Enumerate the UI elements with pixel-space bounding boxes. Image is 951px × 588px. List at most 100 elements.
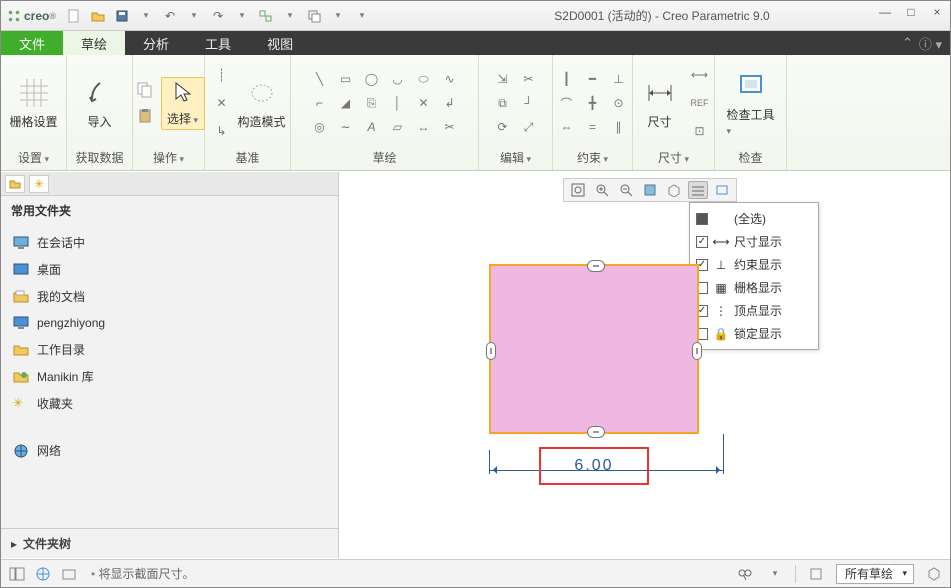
project-tool[interactable]: ⎘ bbox=[360, 92, 384, 114]
centerline-tool[interactable]: │ bbox=[386, 92, 410, 114]
inspect-tools-button[interactable]: 检查工具 bbox=[727, 70, 775, 137]
handle-left[interactable] bbox=[486, 342, 496, 360]
sidebar-folder-tree[interactable]: ▸ 文件夹树 bbox=[1, 528, 338, 558]
sidebar-item-desktop[interactable]: 桌面 bbox=[7, 256, 332, 283]
handle-right[interactable] bbox=[692, 342, 702, 360]
display-filters-icon[interactable] bbox=[688, 181, 708, 199]
thicken-tool[interactable]: ∼ bbox=[334, 116, 358, 138]
rect-tool[interactable]: ▭ bbox=[334, 68, 358, 90]
save-dropdown[interactable] bbox=[136, 6, 156, 26]
group-operate-label[interactable]: 操作 bbox=[153, 147, 184, 168]
popup-dim-display[interactable]: ⟷尺寸显示 bbox=[696, 230, 812, 253]
import-button[interactable]: 导入 bbox=[76, 77, 124, 130]
perimeter-dim[interactable]: ⊡ bbox=[688, 120, 712, 142]
text-tool[interactable]: A bbox=[360, 116, 384, 138]
line-tool[interactable]: ╲ bbox=[308, 68, 332, 90]
grid-setup-button[interactable]: 栅格设置 bbox=[10, 77, 58, 130]
vertical-cons[interactable]: ┃ bbox=[555, 68, 579, 90]
copy-icon[interactable] bbox=[133, 79, 157, 101]
dimension-button[interactable]: 尺寸 bbox=[636, 77, 684, 130]
windows-icon[interactable] bbox=[304, 6, 324, 26]
sidebar-item-user[interactable]: pengzhiyong bbox=[7, 310, 332, 336]
new-icon[interactable] bbox=[64, 6, 84, 26]
undo-icon[interactable]: ↶ bbox=[160, 6, 180, 26]
sb-find-icon[interactable] bbox=[735, 565, 755, 583]
redo-dropdown[interactable] bbox=[232, 6, 252, 26]
sidebar-tab-favorites[interactable]: ✳ bbox=[29, 175, 49, 193]
sb-geometry-icon[interactable] bbox=[924, 565, 944, 583]
popup-constraint-display[interactable]: ⊥约束显示 bbox=[696, 253, 812, 276]
tab-sketch[interactable]: 草绘 bbox=[63, 31, 125, 55]
tab-file[interactable]: 文件 bbox=[1, 31, 63, 55]
equal-cons[interactable]: = bbox=[581, 116, 605, 138]
refit-icon[interactable] bbox=[568, 181, 588, 199]
popup-grid-display[interactable]: ▦栅格显示 bbox=[696, 276, 812, 299]
perp-cons[interactable]: ⊥ bbox=[607, 68, 631, 90]
fillet-tool[interactable]: ⌐ bbox=[308, 92, 332, 114]
close-button[interactable]: × bbox=[928, 5, 946, 19]
popup-lock-display[interactable]: 🔒锁定显示 bbox=[696, 322, 812, 345]
select-button[interactable]: 选择 bbox=[161, 77, 205, 130]
checkbox[interactable] bbox=[696, 236, 708, 248]
zoom-out-icon[interactable] bbox=[616, 181, 636, 199]
annotation-display-icon[interactable] bbox=[712, 181, 732, 199]
tab-analysis[interactable]: 分析 bbox=[125, 31, 187, 55]
ribbon-collapse[interactable]: ⌃ ⓘ ▾ bbox=[894, 31, 950, 55]
sidebar-tab-folders[interactable] bbox=[5, 175, 25, 193]
delete-seg-tool[interactable]: ✂ bbox=[517, 68, 541, 90]
sidebar-item-my-docs[interactable]: 我的文档 bbox=[7, 283, 332, 310]
handle-bottom[interactable] bbox=[587, 426, 605, 438]
circle-tool[interactable]: ◯ bbox=[360, 68, 384, 90]
sidebar-item-work-dir[interactable]: 工作目录 bbox=[7, 336, 332, 363]
sb-browser-icon[interactable] bbox=[33, 565, 53, 583]
tab-view[interactable]: 视图 bbox=[249, 31, 311, 55]
paste-icon[interactable] bbox=[133, 105, 157, 127]
construct-mode-button[interactable]: 构造模式 bbox=[238, 77, 286, 130]
graphics-canvas[interactable]: (全选) ⟷尺寸显示 ⊥约束显示 ▦栅格显示 ⋮顶点显示 🔒锁定显示 6.00 bbox=[339, 172, 950, 558]
qa-customize[interactable] bbox=[352, 6, 372, 26]
undo-dropdown[interactable] bbox=[184, 6, 204, 26]
sketch-rectangle[interactable] bbox=[489, 264, 699, 434]
minimize-button[interactable]: — bbox=[876, 5, 894, 19]
redo-icon[interactable]: ↷ bbox=[208, 6, 228, 26]
sidebar-item-manikin[interactable]: Manikin 库 bbox=[7, 363, 332, 390]
mid-cons[interactable]: ╋ bbox=[581, 92, 605, 114]
selection-filter[interactable]: 所有草绘 bbox=[836, 564, 914, 584]
tab-tools[interactable]: 工具 bbox=[187, 31, 249, 55]
chamfer-tool[interactable]: ◢ bbox=[334, 92, 358, 114]
mirror-tool[interactable]: ↔ bbox=[412, 116, 436, 138]
parallel-cons[interactable]: ∥ bbox=[607, 116, 631, 138]
symmetric-cons[interactable]: ⇔ bbox=[555, 116, 579, 138]
sidebar-item-favorites[interactable]: ✳收藏夹 bbox=[7, 390, 332, 417]
dimension-value-highlight[interactable]: 6.00 bbox=[539, 447, 649, 485]
checkbox-mixed[interactable] bbox=[696, 213, 708, 225]
sb-find-dropdown[interactable] bbox=[765, 565, 785, 583]
palette-tool[interactable]: ▱ bbox=[386, 116, 410, 138]
divide-tool[interactable]: ✂ bbox=[438, 116, 462, 138]
horizontal-cons[interactable]: ━ bbox=[581, 68, 605, 90]
handle-top[interactable] bbox=[587, 260, 605, 272]
point-icon[interactable]: ✕ bbox=[210, 92, 234, 114]
baseline-dim[interactable]: ⟷ bbox=[688, 64, 712, 86]
spline-tool[interactable]: ∿ bbox=[438, 68, 462, 90]
sidebar-item-in-session[interactable]: 在会话中 bbox=[7, 229, 332, 256]
coord-icon[interactable]: ↳ bbox=[210, 120, 234, 142]
rotate-tool[interactable]: ⟳ bbox=[491, 116, 515, 138]
sidebar-item-network[interactable]: 网络 bbox=[7, 437, 332, 464]
modify-tool[interactable]: ⇲ bbox=[491, 68, 515, 90]
group-dimension-label[interactable]: 尺寸 bbox=[658, 147, 689, 168]
scale-tool[interactable]: ⤢ bbox=[517, 116, 541, 138]
windows-dropdown[interactable] bbox=[328, 6, 348, 26]
popup-select-all[interactable]: (全选) bbox=[696, 207, 812, 230]
ellipse-tool[interactable]: ⬭ bbox=[412, 68, 436, 90]
maximize-button[interactable]: □ bbox=[902, 5, 920, 19]
orient-icon[interactable] bbox=[664, 181, 684, 199]
corner-tool[interactable]: ┘ bbox=[517, 92, 541, 114]
point-tool[interactable]: ✕ bbox=[412, 92, 436, 114]
regen-icon[interactable] bbox=[256, 6, 276, 26]
group-edit-label[interactable]: 编辑 bbox=[500, 147, 531, 168]
tangent-cons[interactable]: ⌒ bbox=[555, 92, 579, 114]
sb-folder-icon[interactable] bbox=[59, 565, 79, 583]
sb-selection-icon[interactable] bbox=[806, 565, 826, 583]
arc-tool[interactable]: ◡ bbox=[386, 68, 410, 90]
